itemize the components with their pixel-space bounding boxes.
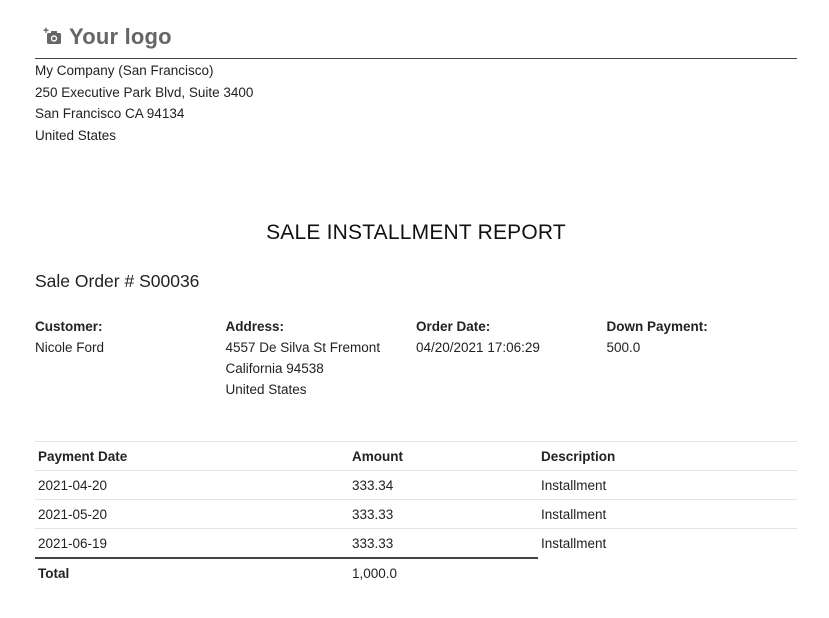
down-payment-value: 500.0: [606, 340, 641, 355]
description-cell: Installment: [538, 499, 797, 529]
payment-date-cell: 2021-06-19: [35, 528, 349, 558]
order-info: Customer: Nicole Ford Address: 4557 De S…: [35, 316, 797, 400]
down-payment-label: Down Payment:: [606, 319, 708, 334]
payment-date-cell: 2021-05-20: [35, 499, 349, 529]
description-cell: Installment: [538, 470, 797, 500]
description-cell: Installment: [538, 528, 797, 558]
address-line: 4557 De Silva St Fremont: [225, 340, 381, 355]
table-header-row: Payment Date Amount Description: [35, 441, 797, 471]
column-header-description: Description: [538, 441, 797, 471]
amount-cell: 333.33: [349, 499, 538, 529]
address-line: United States: [225, 382, 307, 397]
order-date-label: Order Date:: [416, 319, 491, 334]
address-label: Address:: [225, 319, 285, 334]
total-row: Total 1,000.0: [35, 557, 797, 587]
company-country: United States: [35, 127, 117, 143]
logo-text: Your logo: [69, 24, 172, 49]
order-date-value: 04/20/2021 17:06:29: [416, 340, 540, 355]
customer-value: Nicole Ford: [35, 340, 105, 355]
table-row: 2021-04-20 333.34 Installment: [35, 470, 797, 500]
customer-block: Customer: Nicole Ford: [35, 316, 226, 400]
report-page: Your logo My Company (San Francisco) 250…: [35, 18, 797, 587]
order-date-block: Order Date: 04/20/2021 17:06:29: [416, 316, 607, 400]
address-line: California 94538: [225, 361, 324, 376]
column-header-payment-date: Payment Date: [35, 441, 349, 471]
camera-plus-icon: [43, 27, 61, 44]
installment-table: Payment Date Amount Description 2021-04-…: [35, 441, 797, 587]
order-title: Sale Order # S00036: [35, 271, 200, 291]
customer-label: Customer:: [35, 319, 103, 334]
amount-cell: 333.33: [349, 528, 538, 558]
company-name: My Company (San Francisco): [35, 63, 214, 78]
column-header-amount: Amount: [349, 441, 538, 471]
report-title: SALE INSTALLMENT REPORT: [266, 221, 566, 244]
down-payment-block: Down Payment: 500.0: [607, 316, 798, 400]
table-row: 2021-05-20 333.33 Installment: [35, 499, 797, 529]
company-address: My Company (San Francisco) 250 Executive…: [35, 60, 797, 146]
total-label: Total: [35, 557, 349, 587]
report-header: Your logo: [35, 18, 797, 59]
company-city: San Francisco CA 94134: [35, 106, 185, 121]
payment-date-cell: 2021-04-20: [35, 470, 349, 500]
company-logo: Your logo: [43, 24, 172, 50]
address-block: Address: 4557 De Silva St Fremont Califo…: [226, 316, 417, 400]
total-value: 1,000.0: [349, 557, 538, 587]
amount-cell: 333.34: [349, 470, 538, 500]
total-empty-cell: [538, 558, 797, 587]
company-street: 250 Executive Park Blvd, Suite 3400: [35, 84, 254, 100]
table-row: 2021-06-19 333.33 Installment: [35, 528, 797, 558]
